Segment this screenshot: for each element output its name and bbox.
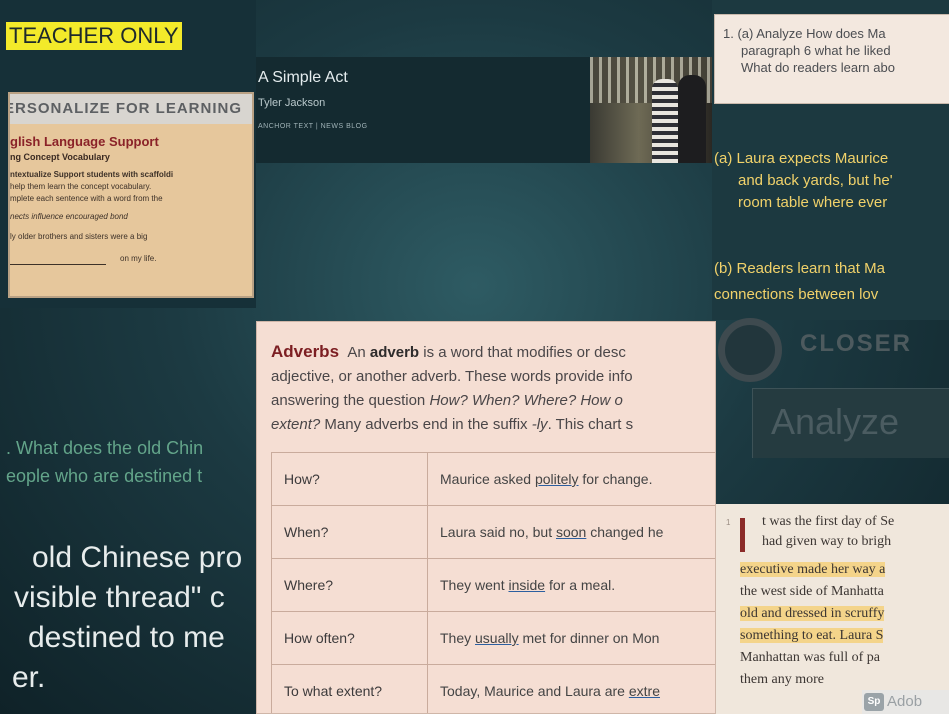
- table-row: When? Laura said no, but soon changed he: [271, 505, 715, 559]
- example-cell: Laura said no, but soon changed he: [427, 505, 715, 559]
- selection-banner: A Simple Act Tyler Jackson ANCHOR TEXT |…: [256, 57, 712, 163]
- els-line: mplete each sentence with a word from th…: [10, 194, 163, 203]
- story-line: the west side of Manhatta: [740, 584, 884, 599]
- selection-title: A Simple Act: [258, 69, 348, 86]
- intro-line: extent? Many adverbs end in the suffix -…: [271, 416, 634, 433]
- teacher-panel: TEACHER ONLY ERSONALIZE FOR LEARNING gli…: [0, 0, 256, 308]
- adverbs-table: How? Maurice asked politely for change. …: [271, 452, 715, 713]
- answer-line: connections between lov: [714, 286, 879, 303]
- question-cell: How?: [271, 452, 428, 506]
- els-line: on my life.: [120, 254, 157, 263]
- answer-line: (a) Laura expects Maurice: [714, 150, 889, 167]
- proverb-line: er.: [12, 661, 46, 694]
- proverb-line: old Chinese pro: [32, 541, 243, 574]
- intro-line: Adverbs An adverb is a word that modifie…: [271, 342, 626, 361]
- analyze-heading: Analyze: [771, 401, 900, 442]
- proverb-question: . What does the old Chin eople who are d…: [6, 434, 203, 490]
- question-panel: 1. (a) Analyze How does Ma paragraph 6 w…: [712, 0, 949, 320]
- paragraph-number: 1: [726, 518, 731, 527]
- spark-icon: Sp: [864, 693, 884, 711]
- proverb-line: destined to me: [28, 621, 225, 654]
- closer-circle-icon: [718, 318, 782, 382]
- question-box: 1. (a) Analyze How does Ma paragraph 6 w…: [714, 14, 949, 104]
- closer-heading: CLOSER: [800, 330, 913, 357]
- adverbs-panel: Adverbs An adverb is a word that modifie…: [256, 321, 716, 714]
- question-text: 1. (a) Analyze How does Ma paragraph 6 w…: [723, 25, 949, 76]
- adverbs-intro: Adverbs An adverb is a word that modifie…: [271, 340, 715, 437]
- question-line: What do readers learn abo: [741, 60, 895, 75]
- table-row: To what extent? Today, Maurice and Laura…: [271, 664, 715, 713]
- intro-line: adjective, or another adverb. These word…: [271, 368, 633, 385]
- els-line: help them learn the concept vocabulary.: [10, 182, 152, 191]
- els-line: ly older brothers and sisters were a big: [10, 232, 148, 241]
- question-cell: Where?: [271, 558, 428, 612]
- question-line: paragraph 6 what he liked: [741, 43, 891, 58]
- personalize-box: ERSONALIZE FOR LEARNING glish Language S…: [8, 92, 254, 298]
- answer-line: room table where ever: [738, 194, 888, 211]
- intro-line: answering the question How? When? Where?…: [271, 392, 623, 409]
- example-cell: Maurice asked politely for change.: [427, 452, 715, 506]
- story-line: something to eat. Laura S: [740, 628, 884, 643]
- dropcap-bar: [740, 518, 745, 552]
- selection-tag: ANCHOR TEXT | NEWS BLOG: [258, 123, 368, 130]
- els-title: glish Language Support: [10, 134, 159, 149]
- example-cell: They went inside for a meal.: [427, 558, 715, 612]
- els-line: nects influence encouraged bond: [10, 212, 128, 221]
- proverb-text: old Chinese pro visible thread" c destin…: [4, 538, 242, 698]
- story-line: executive made her way a: [740, 562, 886, 577]
- answer-line: and back yards, but he': [738, 172, 893, 189]
- example-cell: Today, Maurice and Laura are extre: [427, 664, 715, 713]
- story-line: old and dressed in scruffy: [740, 606, 885, 621]
- proverb-line: visible thread" c: [14, 581, 225, 614]
- story-line: had given way to brigh: [762, 534, 892, 549]
- analyze-box: Analyze: [752, 388, 949, 458]
- question-cell: To what extent?: [271, 664, 428, 713]
- question-cell: How often?: [271, 611, 428, 665]
- story-line: them any more: [740, 672, 824, 687]
- banner-photo: [590, 57, 712, 163]
- els-subtitle: ng Concept Vocabulary: [10, 152, 110, 162]
- question-line: 1. (a) Analyze How does Ma: [723, 26, 886, 41]
- proverb-question-line: . What does the old Chin: [6, 438, 204, 458]
- question-cell: When?: [271, 505, 428, 559]
- table-row: How? Maurice asked politely for change.: [271, 452, 715, 506]
- table-row: How often? They usually met for dinner o…: [271, 611, 715, 665]
- proverb-question-line: eople who are destined t: [6, 466, 203, 486]
- photo-person: [678, 75, 706, 163]
- blank-line: [10, 264, 106, 265]
- personalize-heading: ERSONALIZE FOR LEARNING: [10, 94, 252, 124]
- table-row: Where? They went inside for a meal.: [271, 558, 715, 612]
- answer-line: (b) Readers learn that Ma: [714, 260, 885, 277]
- teacher-only-label: TEACHER ONLY: [6, 22, 182, 50]
- adverbs-heading: Adverbs: [271, 342, 340, 361]
- photo-person: [652, 79, 678, 163]
- example-cell: They usually met for dinner on Mon: [427, 611, 715, 665]
- els-line: ntextualize Support students with scaffo…: [10, 170, 174, 179]
- story-line: t was the first day of Se: [762, 514, 895, 529]
- selection-author: Tyler Jackson: [258, 97, 326, 109]
- adobe-spark-badge[interactable]: Sp Adob: [862, 690, 949, 714]
- story-line: Manhattan was full of pa: [740, 650, 880, 665]
- story-excerpt: 1 t was the first day of Se had given wa…: [716, 504, 949, 714]
- badge-text: Adob: [887, 693, 923, 710]
